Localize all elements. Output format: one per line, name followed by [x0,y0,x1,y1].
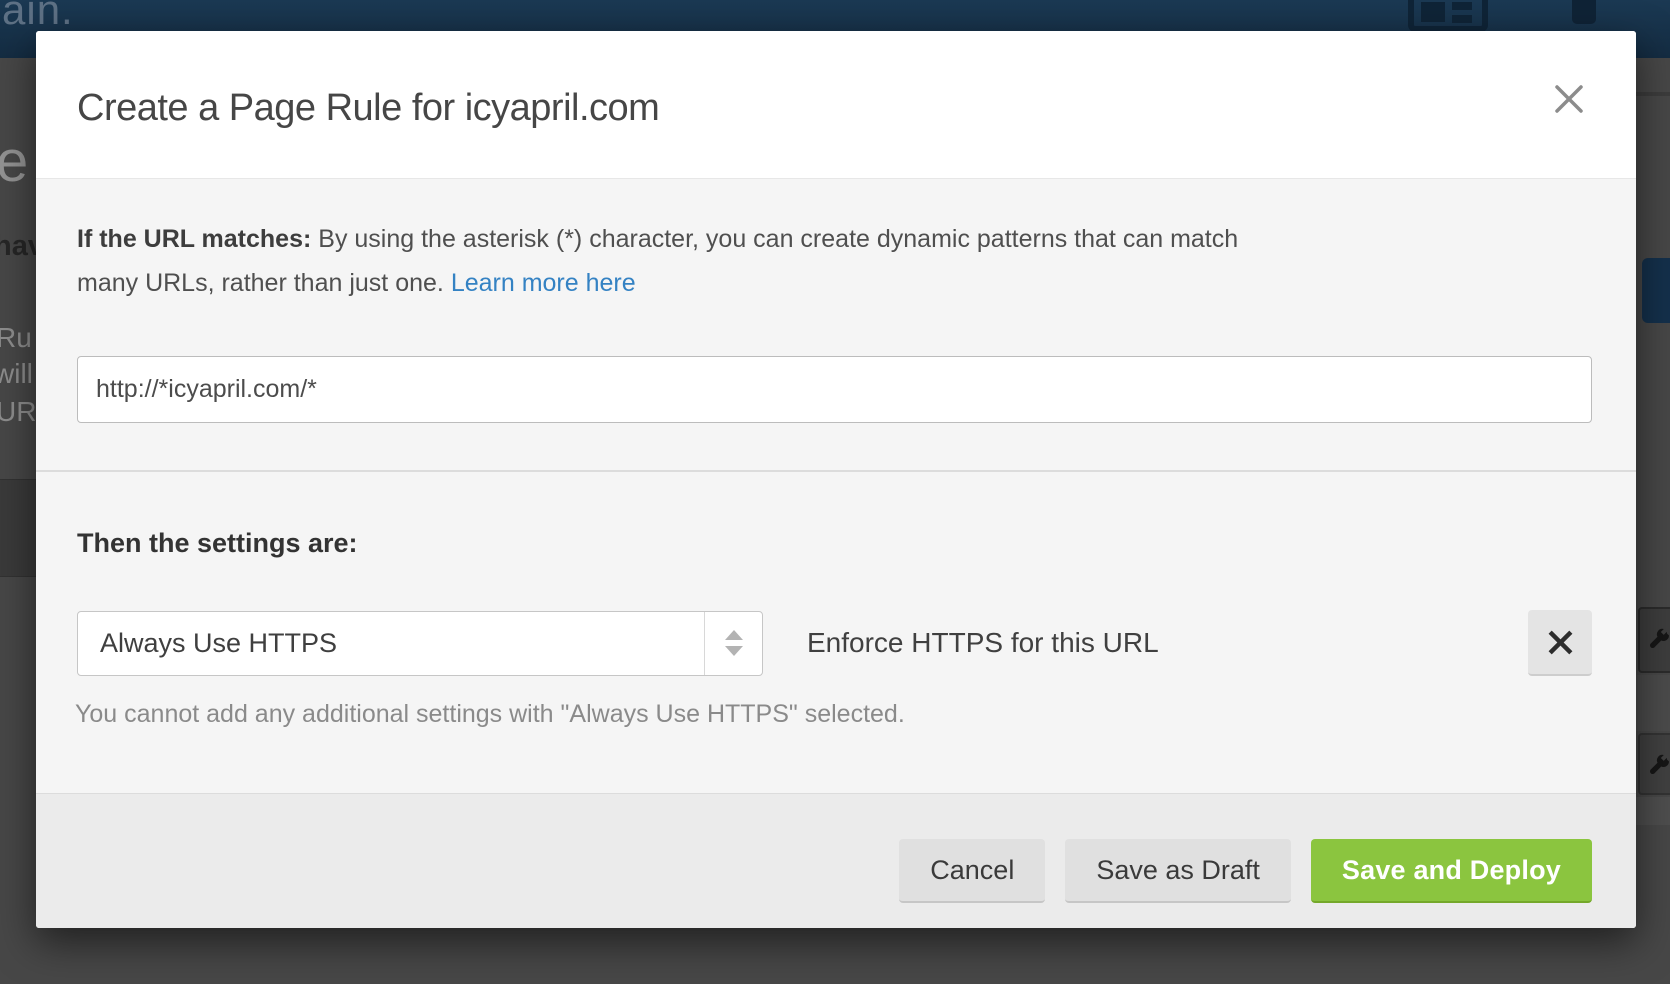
save-as-draft-button[interactable]: Save as Draft [1065,839,1291,903]
url-match-section: If the URL matches: By using the asteris… [36,178,1636,470]
dimmed-row [1636,797,1670,825]
close-icon [1552,82,1586,116]
page-text-fragment: will [0,358,33,390]
modal-header: Create a Page Rule for icyapril.com [36,31,1636,178]
dimmed-table-row [0,479,36,577]
url-match-text-line2: many URLs, rather than just one. [77,269,444,297]
setting-select[interactable]: Always Use HTTPS [77,611,763,676]
wrench-icon [1647,628,1670,652]
modal-footer: Cancel Save as Draft Save and Deploy [36,793,1636,928]
chevron-up-icon [725,630,743,640]
wrench-icon [1647,754,1670,778]
dimmed-row-divider [1636,92,1670,96]
url-match-text-line1: By using the asterisk (*) character, you… [318,225,1238,253]
page-text-fragment: e [0,128,28,195]
navbar-text-fragment: ain. [2,0,74,34]
setting-helper-text: You cannot add any additional settings w… [75,700,905,729]
setting-select-value: Always Use HTTPS [78,628,337,659]
url-match-description: If the URL matches: By using the asteris… [77,217,1527,305]
chevron-down-icon [725,646,743,656]
dimmed-navy-button [1642,258,1670,323]
page-text-fragment: Ru [0,322,32,354]
apps-layout-icon [1408,0,1488,32]
url-pattern-input[interactable] [77,356,1592,423]
settings-section: Then the settings are: Always Use HTTPS … [36,470,1636,793]
setting-row: Always Use HTTPS Enforce HTTPS for this … [77,610,1592,676]
dimmed-row [1636,675,1670,731]
settings-heading: Then the settings are: [77,528,358,559]
remove-setting-button[interactable] [1528,610,1592,676]
setting-description: Enforce HTTPS for this URL [807,627,1159,659]
notification-icon [1572,0,1596,24]
save-and-deploy-button[interactable]: Save and Deploy [1311,839,1592,903]
create-page-rule-modal: Create a Page Rule for icyapril.com If t… [36,31,1636,928]
close-button[interactable] [1551,81,1587,117]
page-text-fragment: UR [0,396,36,428]
url-match-label: If the URL matches: [77,225,311,253]
learn-more-link[interactable]: Learn more here [451,269,636,297]
select-spinner-icon [704,612,762,675]
dimmed-edit-rule-button [1638,733,1670,795]
dimmed-edit-rule-button [1638,607,1670,673]
cancel-button[interactable]: Cancel [899,839,1045,903]
modal-title: Create a Page Rule for icyapril.com [77,87,659,130]
remove-icon [1547,629,1574,656]
